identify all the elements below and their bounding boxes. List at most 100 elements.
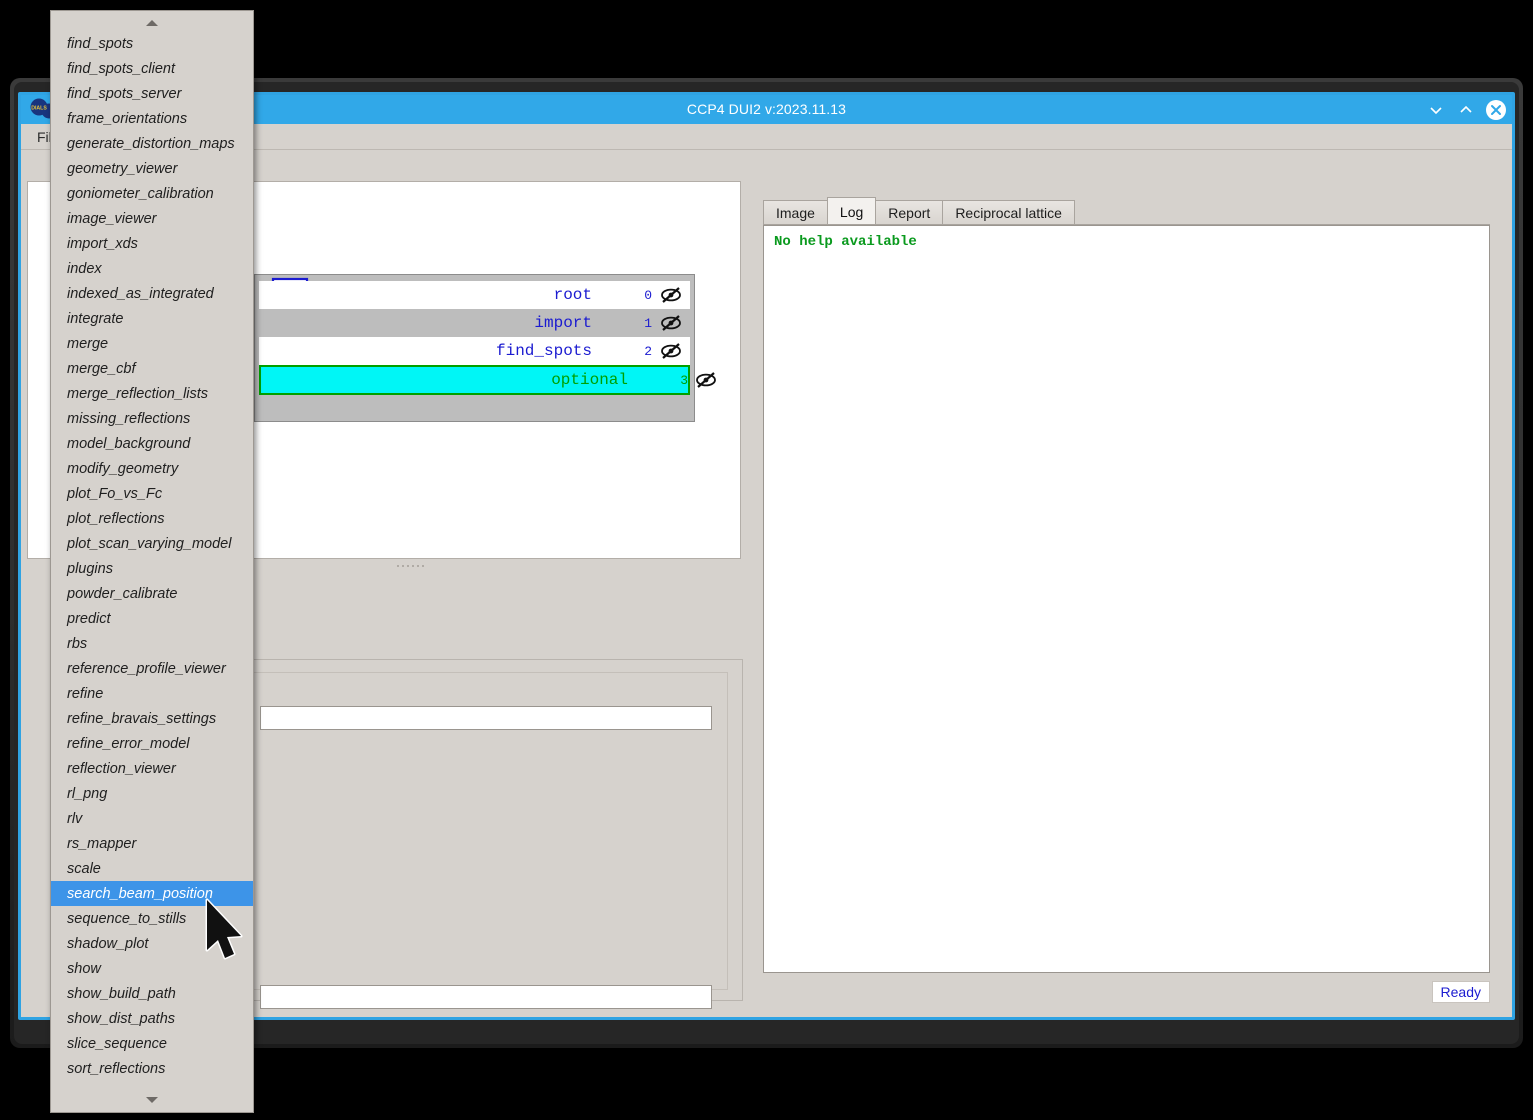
dropdown-item-reference_profile_viewer[interactable]: reference_profile_viewer — [51, 656, 253, 681]
row-stage-label: find_spots — [495, 342, 592, 360]
window-controls — [1426, 97, 1506, 123]
dropdown-item-show_dist_paths[interactable]: show_dist_paths — [51, 1006, 253, 1031]
row-index: 0 — [644, 287, 652, 303]
dropdown-item-indexed_as_integrated[interactable]: indexed_as_integrated — [51, 281, 253, 306]
dropdown-item-label: sequence_to_stills — [67, 910, 187, 927]
dropdown-item-label: index — [67, 260, 102, 277]
eye-off-icon[interactable] — [652, 342, 690, 360]
dropdown-item-index[interactable]: index — [51, 256, 253, 281]
dropdown-item-label: modify_geometry — [67, 460, 179, 477]
scroll-down-button[interactable] — [51, 1092, 253, 1108]
dropdown-item-scale[interactable]: scale — [51, 856, 253, 881]
dropdown-item-label: refine_error_model — [67, 735, 190, 752]
tab-report[interactable]: Report — [875, 200, 944, 225]
dropdown-item-plot_scan_varying_model[interactable]: plot_scan_varying_model — [51, 531, 253, 556]
parameter-input-1[interactable] — [260, 706, 712, 730]
eye-off-icon[interactable] — [694, 371, 732, 394]
dropdown-item-shadow_plot[interactable]: shadow_plot — [51, 931, 253, 956]
dropdown-item-show[interactable]: show — [51, 956, 253, 981]
dropdown-item-partial[interactable] — [51, 1081, 253, 1090]
dropdown-item-search_beam_position[interactable]: search_beam_position — [51, 881, 253, 906]
dropdown-item-label: predict — [67, 610, 111, 627]
tab-bar: Image Log Report Reciprocal lattice — [763, 197, 1075, 225]
dropdown-item-label: refine_bravais_settings — [67, 710, 217, 727]
pipeline-tree-rows: s root 0 s — [235, 281, 690, 415]
dropdown-item-image_viewer[interactable]: image_viewer — [51, 206, 253, 231]
close-button[interactable] — [1486, 100, 1506, 120]
dropdown-item-rbs[interactable]: rbs — [51, 631, 253, 656]
parameter-input-2[interactable] — [260, 985, 712, 1009]
dropdown-item-label: goniometer_calibration — [67, 185, 214, 202]
dropdown-item-frame_orientations[interactable]: frame_orientations — [51, 106, 253, 131]
dropdown-item-find_spots[interactable]: find_spots — [51, 31, 253, 56]
dropdown-item-missing_reflections[interactable]: missing_reflections — [51, 406, 253, 431]
dropdown-item-sort_reflections[interactable]: sort_reflections — [51, 1056, 253, 1081]
dropdown-item-goniometer_calibration[interactable]: goniometer_calibration — [51, 181, 253, 206]
dropdown-item-merge_cbf[interactable]: merge_cbf — [51, 356, 253, 381]
dropdown-item-plot_reflections[interactable]: plot_reflections — [51, 506, 253, 531]
dropdown-item-powder_calibrate[interactable]: powder_calibrate — [51, 581, 253, 606]
dropdown-item-model_background[interactable]: model_background — [51, 431, 253, 456]
dropdown-item-refine[interactable]: refine — [51, 681, 253, 706]
dropdown-item-modify_geometry[interactable]: modify_geometry — [51, 456, 253, 481]
dropdown-item-reflection_viewer[interactable]: reflection_viewer — [51, 756, 253, 781]
dropdown-item-generate_distortion_maps[interactable]: generate_distortion_maps — [51, 131, 253, 156]
dropdown-item-label: frame_orientations — [67, 110, 188, 127]
dropdown-item-refine_bravais_settings[interactable]: refine_bravais_settings — [51, 706, 253, 731]
dropdown-item-find_spots_client[interactable]: find_spots_client — [51, 56, 253, 81]
row-index: 3 — [680, 372, 688, 388]
dropdown-item-label: show_dist_paths — [67, 1010, 176, 1027]
output-pane: Image Log Report Reciprocal lattice No h… — [749, 181, 1506, 1009]
row-stage-label: root — [553, 286, 592, 304]
eye-off-icon[interactable] — [652, 314, 690, 332]
dropdown-item-label: plot_reflections — [67, 510, 165, 527]
tab-log[interactable]: Log — [826, 197, 877, 225]
triangle-down-icon — [146, 1097, 158, 1103]
table-row[interactable]: s root 0 — [235, 281, 690, 309]
minimize-button[interactable] — [1426, 100, 1446, 120]
eye-off-icon[interactable] — [652, 286, 690, 304]
scroll-up-button[interactable] — [51, 15, 253, 31]
dropdown-item-rlv[interactable]: rlv — [51, 806, 253, 831]
dropdown-item-label: find_spots_server — [67, 85, 182, 102]
dropdown-item-integrate[interactable]: integrate — [51, 306, 253, 331]
dropdown-item-label: shadow_plot — [67, 935, 149, 952]
dropdown-item-plot_Fo_vs_Fc[interactable]: plot_Fo_vs_Fc — [51, 481, 253, 506]
close-icon — [1486, 100, 1506, 120]
dropdown-item-label: missing_reflections — [67, 410, 191, 427]
command-dropdown-popup[interactable]: find_spots find_spots_client find_spots_se… — [50, 10, 254, 1113]
table-row[interactable]: s import 1 — [235, 309, 690, 337]
dropdown-item-rs_mapper[interactable]: rs_mapper — [51, 831, 253, 856]
table-row[interactable]: s find_spots 2 — [235, 337, 690, 365]
dropdown-item-show_build_path[interactable]: show_build_path — [51, 981, 253, 1006]
maximize-button[interactable] — [1456, 100, 1476, 120]
dropdown-item-find_spots_server[interactable]: find_spots_server — [51, 81, 253, 106]
row-index: 1 — [644, 315, 652, 331]
dropdown-item-label: merge_reflection_lists — [67, 385, 209, 402]
dropdown-item-predict[interactable]: predict — [51, 606, 253, 631]
dropdown-item-label: plot_Fo_vs_Fc — [67, 485, 163, 502]
dropdown-item-refine_error_model[interactable]: refine_error_model — [51, 731, 253, 756]
row-stage-label: optional — [551, 371, 628, 389]
pipeline-tree: ...? s root 0 — [235, 274, 716, 422]
tab-image[interactable]: Image — [763, 200, 828, 225]
dropdown-item-label: powder_calibrate — [67, 585, 178, 602]
dropdown-item-label: rlv — [67, 810, 83, 827]
dropdown-list[interactable]: find_spots find_spots_client find_spots_se… — [51, 31, 253, 1090]
dropdown-item-import_xds[interactable]: import_xds — [51, 231, 253, 256]
dropdown-item-merge[interactable]: merge — [51, 331, 253, 356]
dropdown-item-label: reference_profile_viewer — [67, 660, 226, 677]
dropdown-item-rl_png[interactable]: rl_png — [51, 781, 253, 806]
dropdown-item-geometry_viewer[interactable]: geometry_viewer — [51, 156, 253, 181]
dropdown-item-sequence_to_stills[interactable]: sequence_to_stills — [51, 906, 253, 931]
tab-reciprocal-lattice[interactable]: Reciprocal lattice — [942, 200, 1075, 225]
dropdown-item-merge_reflection_lists[interactable]: merge_reflection_lists — [51, 381, 253, 406]
dropdown-item-label: rl_png — [67, 785, 108, 802]
table-row[interactable]: R optional 3 — [237, 365, 690, 395]
log-text: No help available — [774, 234, 917, 250]
log-output[interactable]: No help available — [763, 225, 1490, 973]
dropdown-item-label: find_spots — [67, 35, 134, 52]
dropdown-item-label: slice_sequence — [67, 1035, 167, 1052]
dropdown-item-slice_sequence[interactable]: slice_sequence — [51, 1031, 253, 1056]
dropdown-item-plugins[interactable]: plugins — [51, 556, 253, 581]
